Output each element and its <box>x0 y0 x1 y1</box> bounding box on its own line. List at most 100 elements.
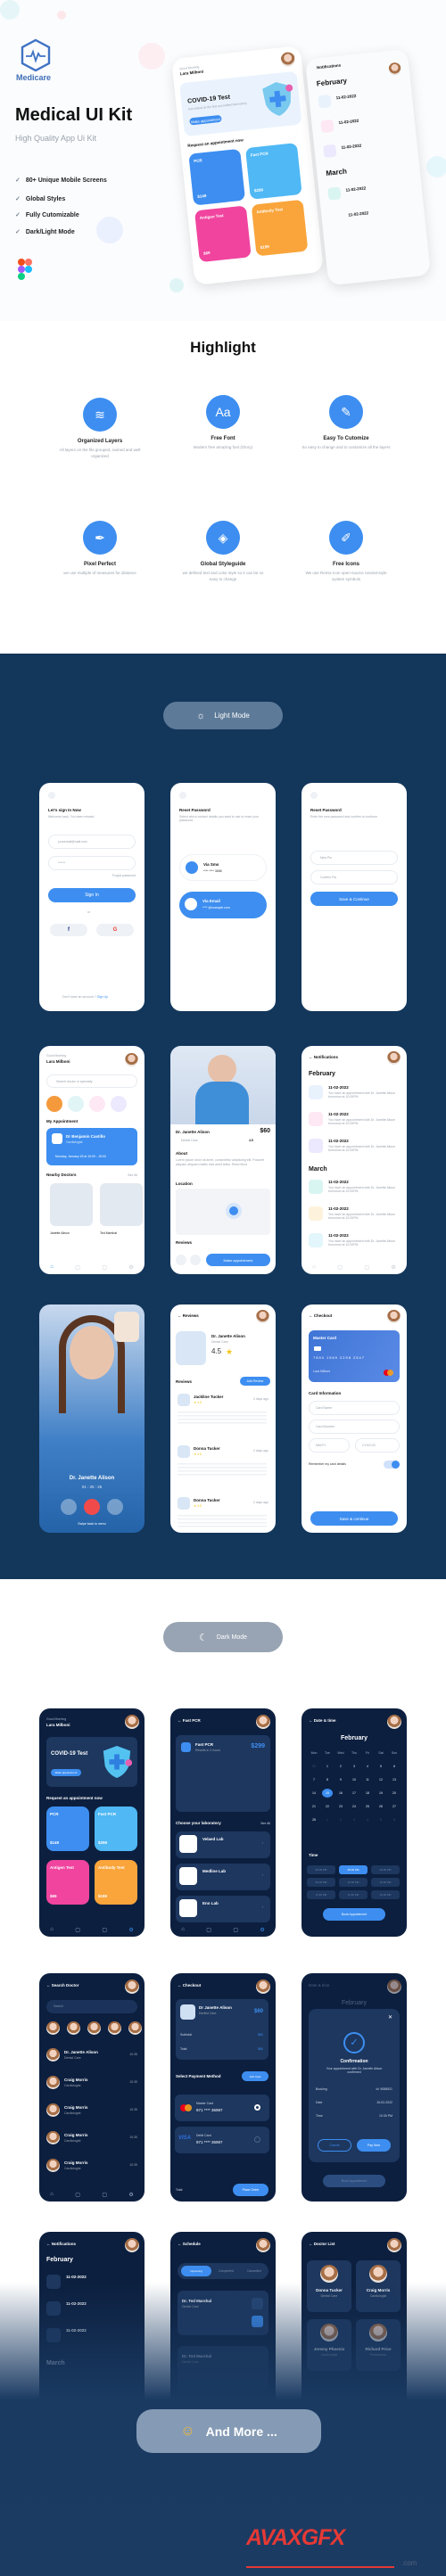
time-slot[interactable]: 08:30 PM <box>339 1865 368 1874</box>
doctor-avatar[interactable] <box>108 2021 121 2035</box>
time-slot[interactable]: 10:30 PM <box>339 1878 368 1887</box>
calendar-icon[interactable]: ▢ <box>75 2192 80 2198</box>
test-card[interactable]: Fast PCR $299 <box>95 1806 137 1851</box>
calendar-day[interactable]: 2 <box>335 1762 346 1771</box>
sign-in-button[interactable]: Sign In <box>48 888 136 902</box>
back-to-notifications[interactable]: ← Notifications <box>46 2242 76 2246</box>
save-continue-button[interactable]: Save & Continue <box>310 892 398 906</box>
calendar-day[interactable]: 6 <box>389 1815 400 1824</box>
doctor-avatar[interactable] <box>67 2021 80 2035</box>
calendar-day[interactable]: 23 <box>335 1802 346 1811</box>
make-appointment-button[interactable]: Make appointment <box>206 1254 270 1266</box>
calendar-day[interactable]: 18 <box>362 1789 373 1798</box>
calendar-day[interactable]: 15 <box>322 1789 333 1798</box>
test-card[interactable]: Antigen Test $69 <box>194 205 252 263</box>
time-slot[interactable]: 11:30 PM <box>307 1890 335 1899</box>
book-appointment-button[interactable]: Book Appointment <box>323 1908 385 1921</box>
radio-unselected[interactable] <box>254 2136 260 2143</box>
calendar-day[interactable]: 5 <box>376 1762 386 1771</box>
calendar-day[interactable]: 20 <box>389 1789 400 1798</box>
search-input[interactable]: Search doctor or specialty <box>46 1074 137 1088</box>
make-appointment-button[interactable]: Make appointment <box>189 114 222 126</box>
chat-icon[interactable]: ▢ <box>102 1264 107 1271</box>
radio-selected[interactable] <box>254 2104 260 2111</box>
category-icon[interactable] <box>68 1096 84 1112</box>
settings-icon[interactable]: ⚙ <box>128 1264 133 1271</box>
pay-now-button[interactable]: Pay Now <box>357 2139 391 2152</box>
mic-button[interactable] <box>107 1499 123 1515</box>
chat-icon[interactable]: ▢ <box>102 2192 107 2198</box>
test-card[interactable]: PCR $149 <box>188 148 246 206</box>
back-to-doctor-list[interactable]: ← Doctor List <box>309 2242 335 2246</box>
credit-card[interactable]: Master Card 7894 1569 2298 2547 Lara Mil… <box>309 1330 400 1382</box>
calendar-day[interactable]: 19 <box>376 1789 386 1798</box>
back-to-checkout[interactable]: ← Checkout <box>178 1983 201 1988</box>
calendar-day[interactable]: 4 <box>362 1815 373 1824</box>
calendar-day[interactable]: 17 <box>349 1789 359 1798</box>
settings-icon[interactable]: ⚙ <box>260 1927 264 1933</box>
category-icon[interactable] <box>89 1096 105 1112</box>
calendar-day[interactable]: 31 <box>309 1762 319 1771</box>
calendar-day[interactable]: 16 <box>335 1789 346 1798</box>
calendar-day[interactable]: 12 <box>376 1775 386 1784</box>
google-button[interactable]: G <box>96 924 134 936</box>
home-icon[interactable]: ⌂ <box>181 1927 185 1932</box>
cvv-input[interactable]: CVV/CVC <box>355 1438 400 1453</box>
time-slot[interactable]: 09:30 PM <box>371 1865 400 1874</box>
category-icon[interactable] <box>46 1096 62 1112</box>
sign-up-link[interactable]: Sign Up <box>97 995 108 999</box>
close-icon[interactable]: ✕ <box>388 2014 392 2020</box>
back-to-notifications[interactable]: ← Notifications <box>309 1055 338 1059</box>
chat-icon[interactable]: ▢ <box>364 1264 369 1271</box>
camera-button[interactable] <box>61 1499 77 1515</box>
test-card[interactable]: Fast PCR $299 <box>244 143 302 200</box>
category-icon[interactable] <box>111 1096 127 1112</box>
message-button[interactable] <box>190 1255 201 1265</box>
calendar-day[interactable]: 1 <box>322 1815 333 1824</box>
save-continue-button[interactable]: Save & continue <box>310 1511 398 1526</box>
tab-upcoming[interactable]: Upcoming <box>181 2266 211 2276</box>
calendar-day[interactable]: 21 <box>309 1802 319 1811</box>
calendar-day[interactable]: 26 <box>376 1802 386 1811</box>
forgot-password-link[interactable]: Forgot password <box>112 874 136 877</box>
remember-card-toggle[interactable] <box>384 1461 400 1469</box>
calendar-icon[interactable]: ▢ <box>75 1927 80 1933</box>
see-all-link[interactable]: See All <box>260 1822 270 1825</box>
back-icon[interactable] <box>48 792 55 799</box>
test-card[interactable]: PCR $149 <box>46 1806 89 1851</box>
calendar-day[interactable]: 2 <box>335 1815 346 1824</box>
time-slot[interactable]: 09:30 PM <box>307 1878 335 1887</box>
location-map[interactable] <box>176 1189 270 1235</box>
calendar-day[interactable]: 13 <box>389 1775 400 1784</box>
time-slot[interactable]: 10:30 PM <box>371 1878 400 1887</box>
appointment-card[interactable]: Dr Benjamin Castillo Cardiologist Monday… <box>46 1128 137 1165</box>
calendar-day[interactable]: 6 <box>389 1762 400 1771</box>
via-email-option[interactable]: Via Email **** @example.com <box>179 892 267 918</box>
calendar-day[interactable]: 4 <box>362 1762 373 1771</box>
home-icon[interactable]: ⌂ <box>312 1264 316 1270</box>
test-card[interactable]: Antibody Test $199 <box>95 1860 137 1905</box>
back-to-schedule[interactable]: ← Schedule <box>178 2242 201 2246</box>
chat-icon[interactable]: ▢ <box>233 1927 238 1933</box>
payment-method-mastercard[interactable]: Master Card 971 **** 36987 <box>175 2095 269 2121</box>
tab-completed[interactable]: Completed <box>219 2269 234 2273</box>
search-input[interactable]: Search <box>46 2000 137 2013</box>
calendar-day[interactable]: 14 <box>309 1789 319 1798</box>
chat-icon[interactable]: ▢ <box>102 1927 107 1933</box>
card-number-input[interactable]: Card Number <box>309 1420 400 1434</box>
expiry-input[interactable]: MM/YY <box>309 1438 350 1453</box>
test-card[interactable]: Antigen Test $69 <box>46 1860 89 1905</box>
see-all-link[interactable]: See All <box>128 1173 137 1177</box>
phone-call-button[interactable] <box>176 1255 186 1265</box>
lab-item[interactable]: Eno Lab › <box>176 1896 270 1922</box>
calendar-icon[interactable]: ▢ <box>75 1264 80 1271</box>
doctor-photo[interactable] <box>100 1183 143 1226</box>
via-sms-option[interactable]: Via Sms **** **** 3658 <box>179 854 267 881</box>
end-call-button[interactable] <box>84 1499 100 1515</box>
calendar-day[interactable]: 9 <box>335 1775 346 1784</box>
payment-method-visa[interactable]: VISA Debit Card 971 **** 36987 <box>175 2127 269 2153</box>
calendar-day[interactable]: 3 <box>349 1815 359 1824</box>
calendar-day[interactable]: 11 <box>362 1775 373 1784</box>
back-to-search[interactable]: ← Search Doctor <box>46 1983 79 1988</box>
card-name-input[interactable]: Card Name <box>309 1401 400 1415</box>
